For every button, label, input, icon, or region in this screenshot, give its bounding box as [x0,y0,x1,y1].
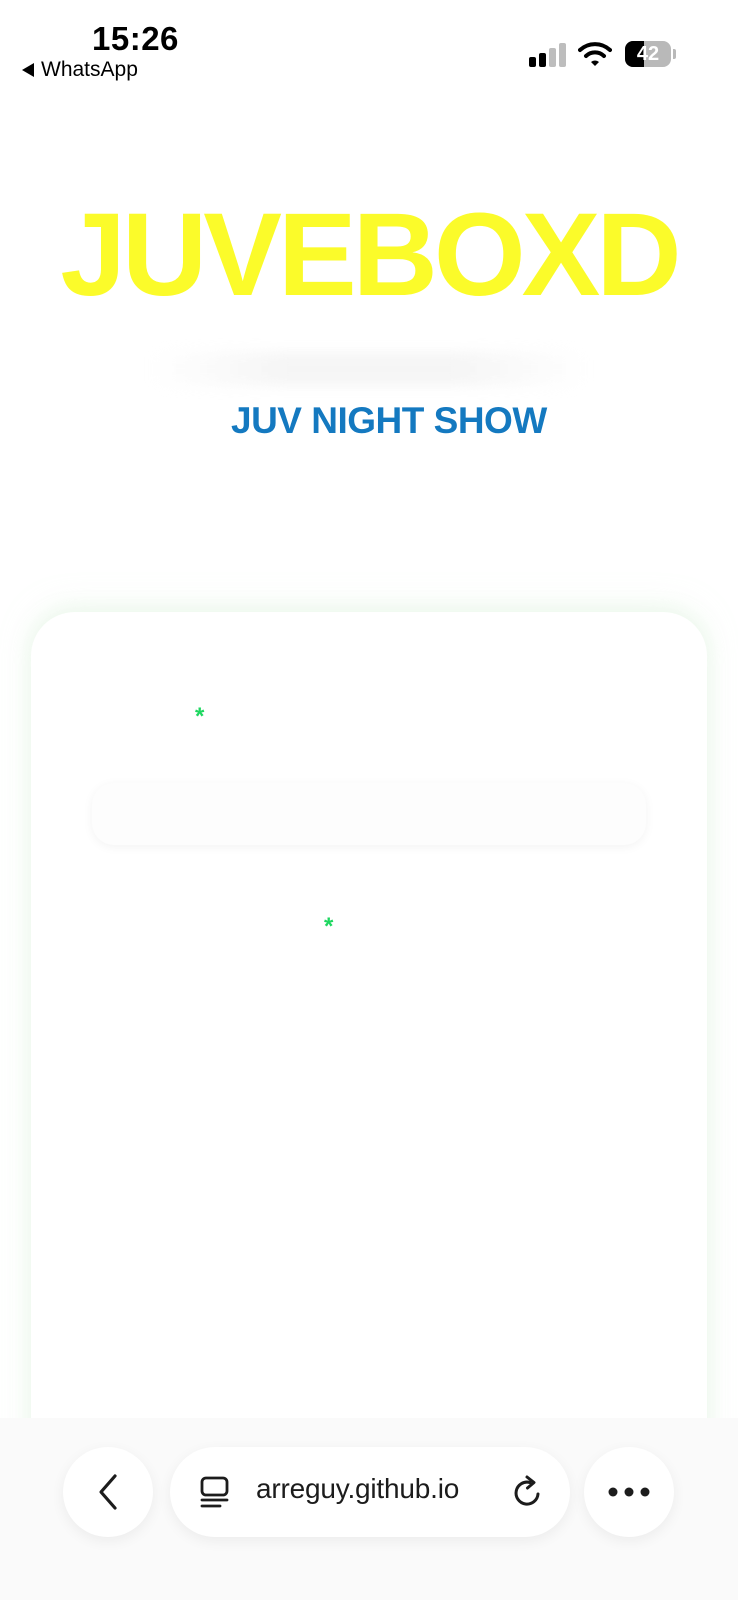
faded-subtitle [150,352,588,386]
night-show-link[interactable]: JUV NIGHT SHOW [231,400,547,442]
more-icon [608,1487,650,1497]
url-text: arreguy.github.io [256,1473,460,1504]
status-time: 15:26 [92,20,179,57]
battery-icon: 42 [625,41,676,67]
back-triangle-icon [22,63,34,77]
required-marker: * [324,913,334,940]
address-bar[interactable]: arreguy.github.io [170,1447,570,1537]
reload-icon[interactable] [510,1474,546,1510]
battery-level: 42 [636,43,660,65]
more-options-button[interactable] [584,1447,674,1537]
wifi-icon [578,42,612,66]
back-to-app-button[interactable]: WhatsApp [22,58,138,82]
back-chevron-icon [99,1474,117,1510]
browser-back-button[interactable] [63,1447,153,1537]
back-app-label: WhatsApp [41,58,138,81]
page: 15:26 WhatsApp 42 JUVEBOXD JUV NIGHT SHO… [0,0,738,1600]
required-marker: * [195,703,205,730]
signal-icon [529,43,566,67]
site-title: JUVEBOXD [60,189,681,321]
form-text-field[interactable] [92,783,646,845]
tabs-icon[interactable] [198,1475,232,1509]
